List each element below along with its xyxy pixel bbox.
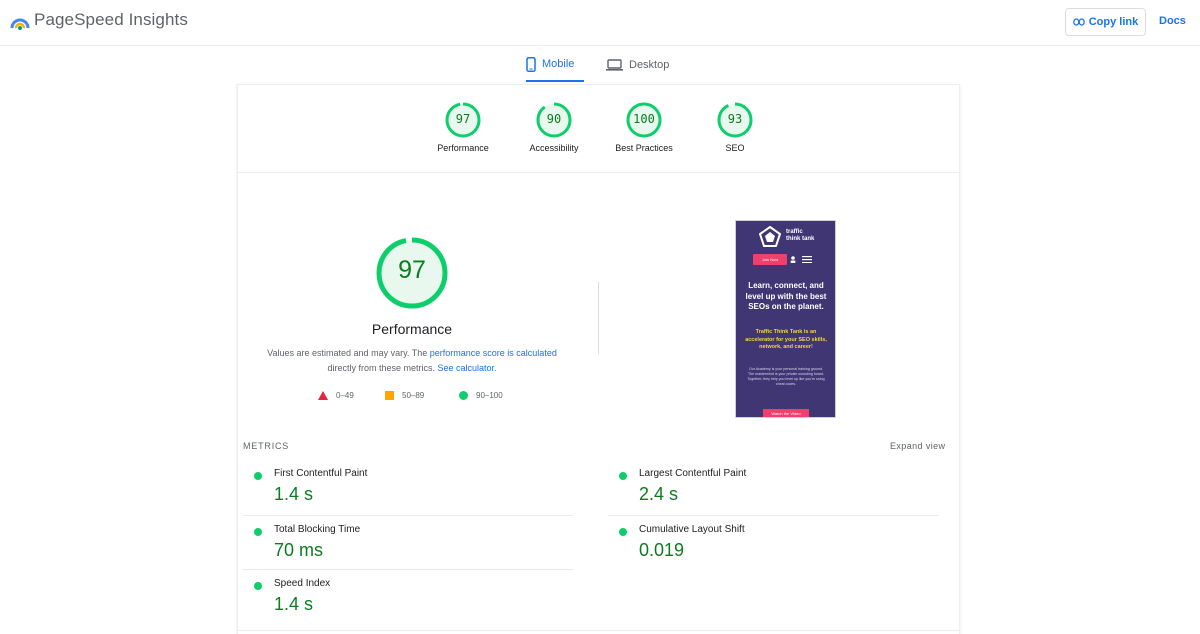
tab-desktop[interactable]: Desktop <box>606 48 678 82</box>
gauge-label-best-practices: Best Practices <box>615 143 673 153</box>
gauge-label-accessibility: Accessibility <box>529 143 579 153</box>
laptop-icon <box>606 59 623 71</box>
performance-score: 97 <box>398 256 426 284</box>
legend-average: 50–89 <box>385 391 424 400</box>
gauge-score-performance: 97 <box>455 112 471 126</box>
metric-speed-index: Speed Index 1.4 s <box>243 569 573 623</box>
metric-label: First Contentful Paint <box>274 468 368 479</box>
link-icon <box>1072 18 1085 26</box>
metric-label: Largest Contentful Paint <box>639 468 747 479</box>
gauge-score-accessibility: 90 <box>546 112 562 126</box>
gauge-score-best-practices: 100 <box>633 112 655 126</box>
metric-label: Cumulative Layout Shift <box>639 524 745 535</box>
pass-indicator <box>254 582 262 590</box>
metric-label: Total Blocking Time <box>274 524 361 535</box>
gauge-label-performance: Performance <box>437 143 489 153</box>
screenshot-brand: traffic think tank <box>786 229 814 243</box>
top-bar: PageSpeed Insights Copy link Docs <box>0 0 1200 46</box>
score-legend: 0–49 50–89 90–100 <box>316 391 516 403</box>
gauge-performance[interactable]: 97 Performance <box>423 101 503 153</box>
performance-desc-text2: directly from these metrics. <box>327 363 438 373</box>
pagespeed-logo-icon <box>10 18 30 30</box>
legend-average-range: 50–89 <box>402 391 425 400</box>
copy-link-button[interactable]: Copy link <box>1065 8 1146 36</box>
section-divider <box>598 282 599 354</box>
performance-desc-text1: Values are estimated and may vary. The <box>267 348 430 358</box>
metric-value: 1.4 s <box>274 594 314 614</box>
metric-value: 2.4 s <box>639 484 679 504</box>
metric-largest-contentful-paint: Largest Contentful Paint 2.4 s <box>608 460 938 514</box>
metric-label: Speed Index <box>274 578 331 589</box>
triangle-icon <box>318 391 328 400</box>
metric-value: 70 ms <box>274 540 324 560</box>
category-gauges: 97 Performance 90 Accessibility 100 Best… <box>238 85 959 173</box>
user-icon <box>790 256 796 263</box>
screenshot-brand-line1: traffic <box>786 229 803 235</box>
performance-score-calculated-link[interactable]: performance score is calculated <box>430 348 557 358</box>
gauge-score-seo: 93 <box>727 112 743 126</box>
pass-indicator <box>254 528 262 536</box>
phone-icon <box>526 56 536 72</box>
gauge-seo[interactable]: 93 SEO <box>695 101 775 153</box>
hamburger-menu-icon <box>802 256 812 263</box>
legend-pass-range: 90–100 <box>476 391 503 400</box>
pass-indicator <box>619 472 627 480</box>
pass-indicator <box>619 528 627 536</box>
square-icon <box>385 391 394 400</box>
circle-icon <box>459 391 468 400</box>
page-screenshot: traffic think tank Join Now Learn, conne… <box>735 220 836 418</box>
gauge-label-seo: SEO <box>725 143 745 153</box>
metric-total-blocking-time: Total Blocking Time 70 ms <box>243 515 573 569</box>
metric-value: 0.019 <box>639 540 685 560</box>
app-title: PageSpeed Insights <box>34 10 188 29</box>
legend-fail-range: 0–49 <box>336 391 354 400</box>
metric-value: 1.4 s <box>274 484 314 504</box>
legend-pass: 90–100 <box>459 391 503 400</box>
screenshot-body: Our Academy is your personal training gr… <box>747 367 825 386</box>
docs-link[interactable]: Docs <box>1159 15 1186 27</box>
tab-mobile[interactable]: Mobile <box>526 48 584 82</box>
copy-link-label: Copy link <box>1088 16 1139 28</box>
screenshot-subhead: Traffic Think Tank is an accelerator for… <box>745 329 827 350</box>
legend-fail: 0–49 <box>318 391 354 400</box>
traffic-think-tank-logo-icon <box>759 226 781 247</box>
tab-desktop-label: Desktop <box>629 59 670 71</box>
metric-cumulative-layout-shift: Cumulative Layout Shift 0.019 <box>608 515 938 569</box>
metric-first-contentful-paint: First Contentful Paint 1.4 s <box>243 460 573 514</box>
pass-indicator <box>254 472 262 480</box>
expand-view-toggle[interactable]: Expand view <box>890 441 945 451</box>
screenshot-cta: Watch the Video <box>763 409 809 417</box>
performance-title: Performance <box>371 321 453 337</box>
device-tabs: Mobile Desktop <box>500 48 700 82</box>
see-calculator-link[interactable]: See calculator. <box>437 363 496 373</box>
performance-gauge: 97 <box>375 236 449 310</box>
gauge-accessibility[interactable]: 90 Accessibility <box>514 101 594 153</box>
gauge-best-practices[interactable]: 100 Best Practices <box>604 101 684 153</box>
section-bottom-border <box>238 630 959 631</box>
tab-mobile-label: Mobile <box>542 58 575 70</box>
metrics-heading: METRICS <box>243 441 290 451</box>
performance-description: Values are estimated and may vary. The p… <box>258 346 566 376</box>
screenshot-brand-line2: think tank <box>786 236 815 242</box>
screenshot-headline: Learn, connect, and level up with the be… <box>745 281 827 311</box>
report-card: 97 Performance 90 Accessibility 100 Best… <box>237 84 960 634</box>
screenshot-join-button: Join Now <box>753 254 787 265</box>
